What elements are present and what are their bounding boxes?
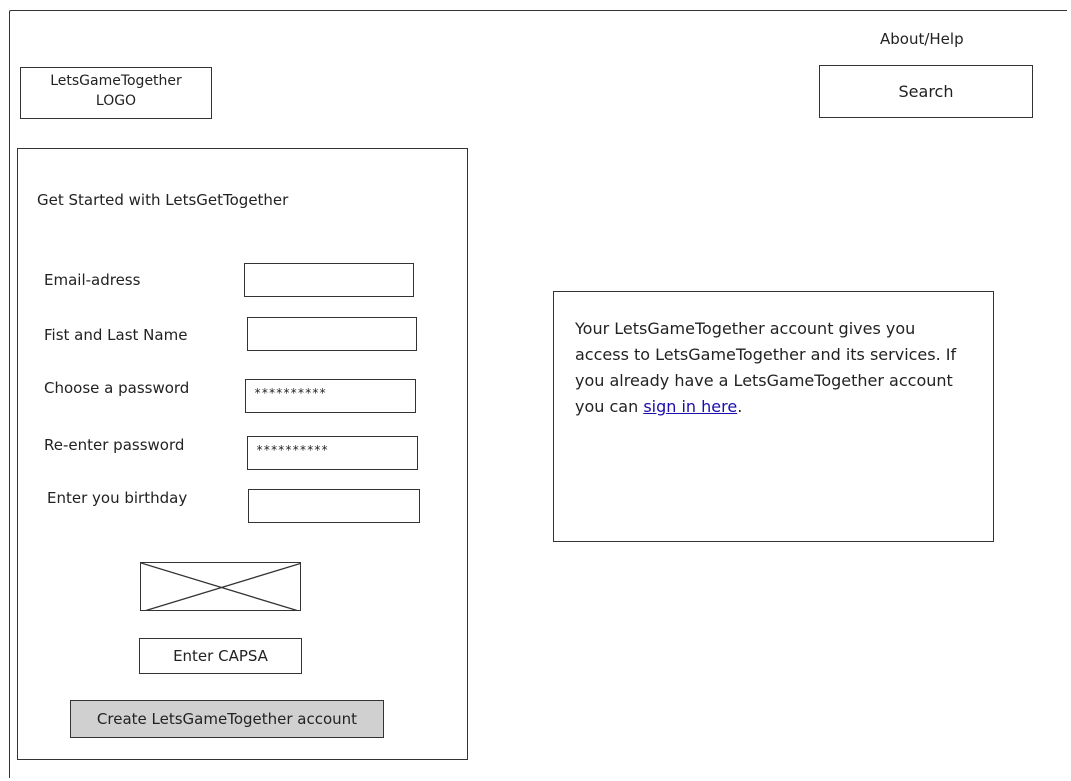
name-field[interactable]	[247, 317, 417, 351]
password-field[interactable]: **********	[245, 379, 416, 413]
password-label: Choose a password	[44, 379, 190, 397]
confirm-password-label: Re-enter password	[44, 436, 185, 454]
captcha-placeholder-icon	[141, 563, 300, 610]
captcha-input[interactable]: Enter CAPSA	[139, 638, 302, 674]
birthday-field[interactable]	[248, 489, 420, 523]
logo-subtitle: LOGO	[95, 93, 137, 109]
email-label: Email-adress	[44, 271, 141, 289]
account-info-box: Your LetsGameTogether account gives you …	[553, 291, 994, 542]
captcha-label: Enter CAPSA	[173, 647, 268, 665]
captcha-image	[140, 562, 301, 611]
confirm-password-field[interactable]: **********	[247, 436, 418, 470]
search-label: Search	[898, 82, 954, 101]
sign-in-link[interactable]: sign in here	[643, 397, 737, 416]
create-account-button[interactable]: Create LetsGameTogether account	[70, 700, 384, 738]
form-heading: Get Started with LetsGetTogether	[37, 191, 289, 209]
logo: LetsGameTogether LOGO	[20, 67, 212, 119]
birthday-label: Enter you birthday	[47, 489, 188, 507]
about-help-link[interactable]: About/Help	[880, 30, 964, 48]
name-label: Fist and Last Name	[44, 326, 188, 344]
info-period: .	[737, 397, 743, 416]
search-button[interactable]: Search	[819, 65, 1033, 118]
info-text: Your LetsGameTogether account gives you …	[575, 319, 957, 416]
logo-title: LetsGameTogether	[50, 73, 182, 89]
email-field[interactable]	[244, 263, 414, 297]
